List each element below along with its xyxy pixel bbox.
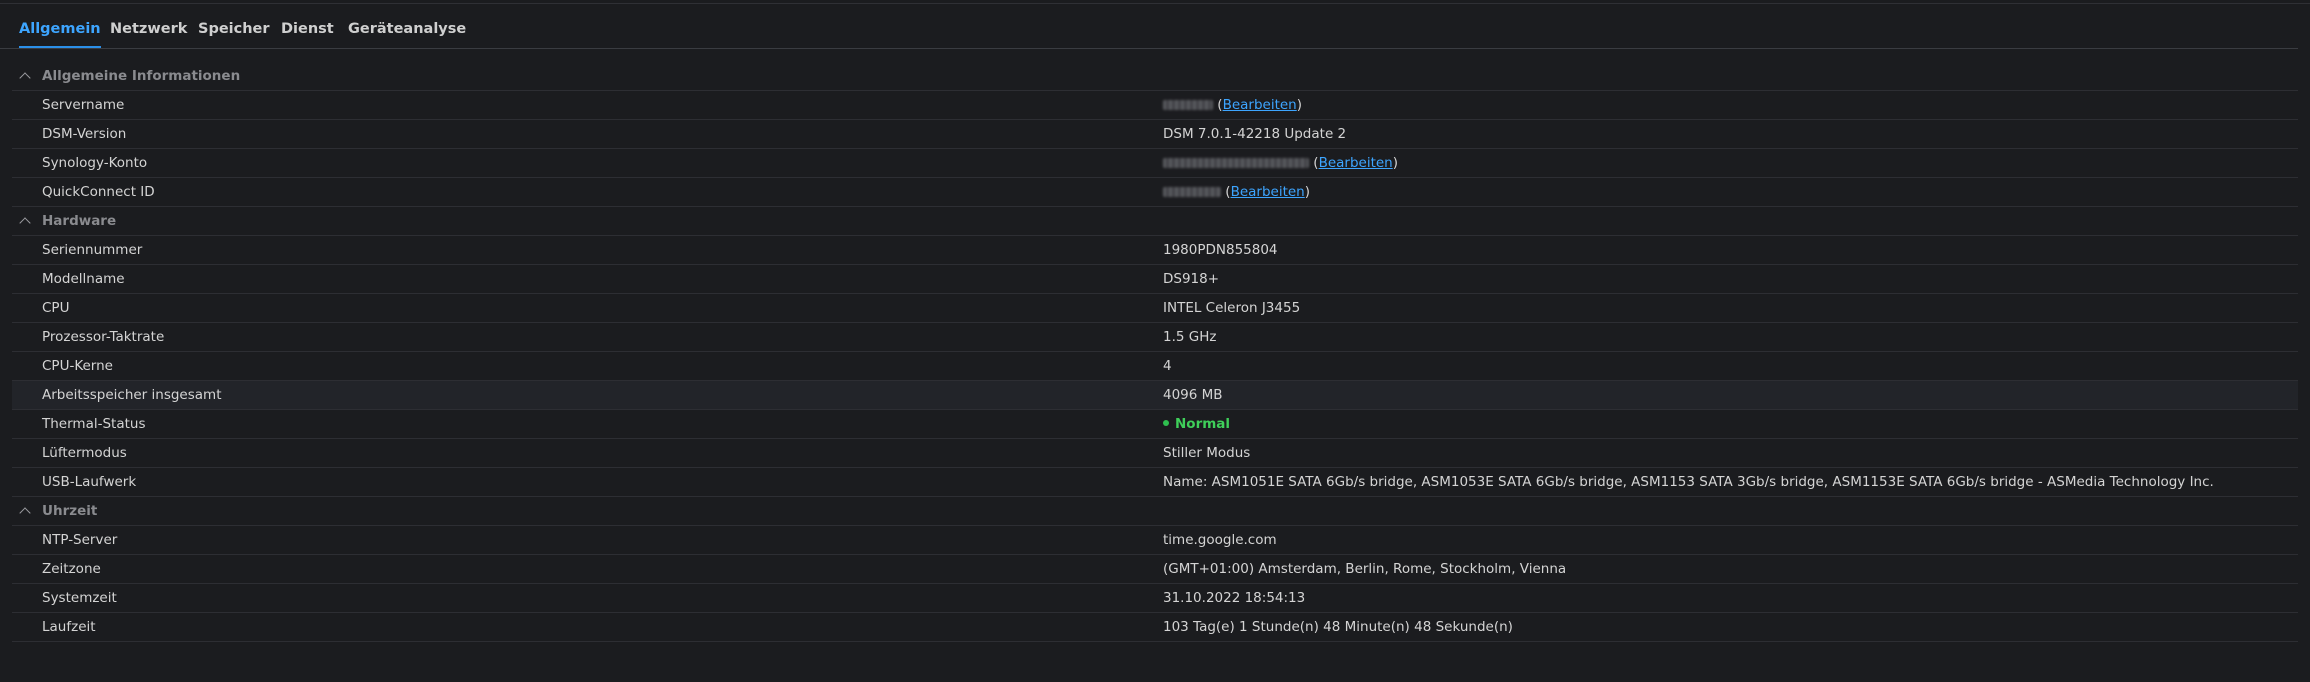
row-label: DSM-Version <box>42 126 127 142</box>
row-value: Stiller Modus <box>1163 445 1251 461</box>
row-label: Arbeitsspeicher insgesamt <box>42 387 222 403</box>
row-value: (Bearbeiten) <box>1163 97 1302 113</box>
tab-speicher[interactable]: Speicher <box>198 21 270 48</box>
info-row-systemtime: Systemzeit 31.10.2022 18:54:13 <box>12 584 2298 613</box>
section-title: Allgemeine Informationen <box>42 68 241 84</box>
row-label: Lüftermodus <box>42 445 127 461</box>
row-label: USB-Laufwerk <box>42 474 137 490</box>
row-value: Normal <box>1163 416 1230 432</box>
row-label: Systemzeit <box>42 590 117 606</box>
redacted-value <box>1163 100 1213 110</box>
row-label: QuickConnect ID <box>42 184 155 200</box>
row-value: 31.10.2022 18:54:13 <box>1163 590 1306 606</box>
section-header-general[interactable]: Allgemeine Informationen <box>12 62 2298 91</box>
tab-netzwerk[interactable]: Netzwerk <box>110 21 187 48</box>
tab-dienst[interactable]: Dienst <box>281 21 334 48</box>
row-value: Name: ASM1051E SATA 6Gb/s bridge, ASM105… <box>1163 474 2214 490</box>
row-value: time.google.com <box>1163 532 1277 548</box>
redacted-value <box>1163 187 1221 197</box>
status-dot-icon <box>1163 420 1169 426</box>
info-row-clock: Prozessor-Taktrate 1.5 GHz <box>12 323 2298 352</box>
info-row-servername: Servername (Bearbeiten) <box>12 91 2298 120</box>
info-row-ntp: NTP-Server time.google.com <box>12 526 2298 555</box>
row-value: (Bearbeiten) <box>1163 155 1398 171</box>
row-label: Seriennummer <box>42 242 143 258</box>
info-row-timezone: Zeitzone (GMT+01:00) Amsterdam, Berlin, … <box>12 555 2298 584</box>
edit-synology-account-link[interactable]: Bearbeiten <box>1319 155 1393 171</box>
row-label: Prozessor-Taktrate <box>42 329 165 345</box>
row-value: (Bearbeiten) <box>1163 184 1310 200</box>
row-label: Synology-Konto <box>42 155 148 171</box>
row-label: NTP-Server <box>42 532 118 548</box>
row-label: Servername <box>42 97 125 113</box>
row-value: INTEL Celeron J3455 <box>1163 300 1301 316</box>
row-label: Zeitzone <box>42 561 101 577</box>
status-badge: Normal <box>1175 416 1231 432</box>
info-row-ram: Arbeitsspeicher insgesamt 4096 MB <box>12 381 2298 410</box>
chevron-up-icon <box>19 217 31 229</box>
edit-servername-link[interactable]: Bearbeiten <box>1223 97 1297 113</box>
row-label: Thermal-Status <box>42 416 146 432</box>
row-value: DS918+ <box>1163 271 1220 287</box>
redacted-value <box>1163 158 1309 168</box>
info-row-model: Modellname DS918+ <box>12 265 2298 294</box>
row-value: 1.5 GHz <box>1163 329 1217 345</box>
section-header-hardware[interactable]: Hardware <box>12 207 2298 236</box>
info-row-quickconnect: QuickConnect ID (Bearbeiten) <box>12 178 2298 207</box>
info-row-synology-account: Synology-Konto (Bearbeiten) <box>12 149 2298 178</box>
row-label: Modellname <box>42 271 125 287</box>
row-label: Laufzeit <box>42 619 96 635</box>
row-value: DSM 7.0.1-42218 Update 2 <box>1163 126 1347 142</box>
info-row-cores: CPU-Kerne 4 <box>12 352 2298 381</box>
info-row-cpu: CPU INTEL Celeron J3455 <box>12 294 2298 323</box>
info-row-dsm-version: DSM-Version DSM 7.0.1-42218 Update 2 <box>12 120 2298 149</box>
row-label: CPU <box>42 300 70 316</box>
row-value: (GMT+01:00) Amsterdam, Berlin, Rome, Sto… <box>1163 561 1567 577</box>
row-label: CPU-Kerne <box>42 358 113 374</box>
info-row-thermal: Thermal-Status Normal <box>12 410 2298 439</box>
info-row-serial: Seriennummer 1980PDN855804 <box>12 236 2298 265</box>
edit-quickconnect-link[interactable]: Bearbeiten <box>1231 184 1305 200</box>
info-row-fan: Lüftermodus Stiller Modus <box>12 439 2298 468</box>
section-header-time[interactable]: Uhrzeit <box>12 497 2298 526</box>
row-value: 1980PDN855804 <box>1163 242 1278 258</box>
row-value: 4096 MB <box>1163 387 1223 403</box>
row-value: 103 Tag(e) 1 Stunde(n) 48 Minute(n) 48 S… <box>1163 619 1513 635</box>
chevron-up-icon <box>19 507 31 519</box>
row-value: 4 <box>1163 358 1172 374</box>
chevron-up-icon <box>19 72 31 84</box>
info-row-usb: USB-Laufwerk Name: ASM1051E SATA 6Gb/s b… <box>12 468 2298 497</box>
section-title: Uhrzeit <box>42 503 98 519</box>
tab-allgemein[interactable]: Allgemein <box>19 21 101 48</box>
section-title: Hardware <box>42 213 117 229</box>
tab-bar: Allgemein Netzwerk Speicher Dienst Gerät… <box>0 0 2298 49</box>
tab-geraeteanalyse[interactable]: Geräteanalyse <box>348 21 466 48</box>
info-row-uptime: Laufzeit 103 Tag(e) 1 Stunde(n) 48 Minut… <box>12 613 2298 642</box>
